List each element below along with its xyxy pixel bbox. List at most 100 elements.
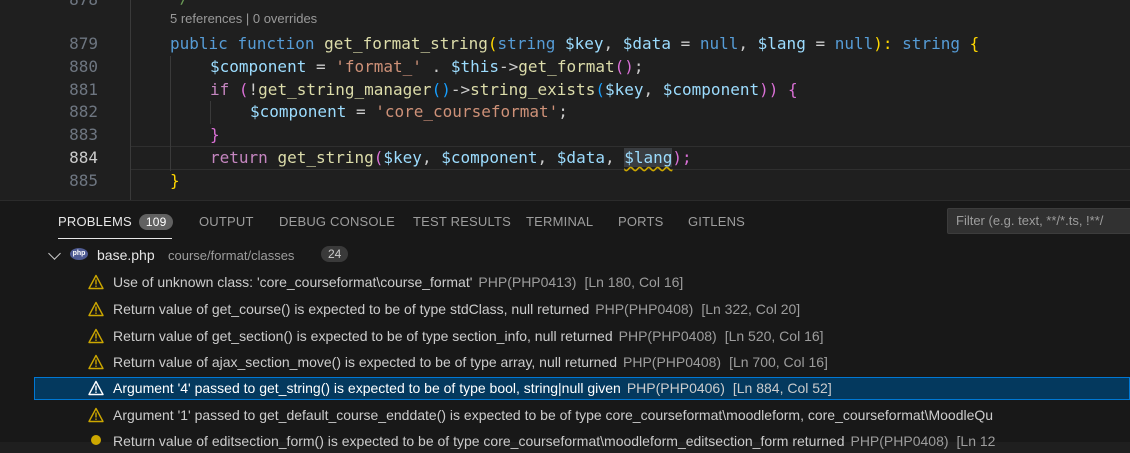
tab-test-results[interactable]: TEST RESULTS (413, 214, 511, 229)
token-punct: = (670, 34, 700, 53)
code-line-884[interactable]: return get_string($key, $component, $dat… (210, 146, 692, 169)
tab-output[interactable]: OUTPUT (199, 214, 254, 229)
problem-source: PHP(PHP0408) (595, 301, 694, 317)
code-line-880[interactable]: $component = 'format_' . $this->get_form… (210, 55, 644, 78)
problems-file-group[interactable]: php base.php course/format/classes 24 (0, 244, 1130, 266)
problem-location: [Ln 322, Col 20] (701, 301, 801, 317)
token-punct: = (805, 34, 835, 53)
token-type: string (497, 34, 556, 53)
token-punct: , (603, 34, 623, 53)
token-bracket: ); (672, 148, 692, 167)
token-string: 'format_' (335, 57, 422, 76)
codelens-references[interactable]: 5 references | 0 overrides (170, 11, 317, 26)
problem-message: Return value of ajax_section_move() is e… (113, 354, 618, 370)
warning-icon (88, 328, 104, 344)
lightbulb-icon (91, 435, 101, 445)
code-line-879[interactable]: public function get_format_string(string… (170, 32, 979, 55)
code-line-881[interactable]: if (!get_string_manager()->string_exists… (210, 78, 798, 101)
token-bracket: () (431, 80, 451, 99)
token-variable: $component (662, 80, 760, 99)
token-variable: $lang (757, 34, 806, 53)
problem-location: [Ln 884, Col 52] (732, 380, 832, 396)
token-bracket: } (170, 171, 180, 190)
token-punct: , (738, 34, 758, 53)
file-name: base.php (97, 247, 155, 263)
problem-message: Return value of editsection_form() is ex… (113, 433, 845, 449)
token-keyword: if (210, 80, 230, 99)
token-keyword: return (210, 148, 268, 167)
problem-row-selected[interactable]: Argument '4' passed to get_string() is e… (34, 377, 1130, 400)
code-editor[interactable]: 878 */ 5 references | 0 overrides 879 88… (0, 0, 1130, 200)
indent-guide (170, 56, 171, 171)
token-string: 'core_courseformat' (375, 102, 559, 121)
token-function: string_exists (470, 80, 596, 99)
problem-location: [Ln 180, Col 16] (584, 274, 684, 290)
tab-terminal[interactable]: TERMINAL (526, 214, 593, 229)
token-variable-warning[interactable]: $lang (624, 148, 673, 167)
warning-icon (88, 301, 104, 317)
token-punct: ; (558, 102, 568, 121)
indent-guide (130, 0, 131, 200)
token-variable: $key (383, 148, 422, 167)
token-bracket: { (959, 34, 980, 53)
token-punct: , (604, 148, 625, 167)
token-punct: -> (450, 80, 471, 99)
token-variable: $data (556, 148, 605, 167)
chevron-down-icon[interactable] (48, 247, 61, 260)
token-function: get_format (518, 57, 615, 76)
token-keyword: function (237, 34, 315, 53)
token-variable: $data (622, 34, 671, 53)
token-punct: ; (633, 57, 644, 76)
problem-message: Argument '1' passed to get_default_cours… (113, 407, 994, 423)
token-bracket: } (210, 125, 220, 144)
tab-problems[interactable]: PROBLEMS 109 (58, 214, 174, 230)
problem-row[interactable]: Return value of get_course() is expected… (0, 298, 1130, 321)
token-bracket: ( (487, 34, 498, 53)
token-bracket: )) (759, 80, 779, 99)
token-variable: $component (210, 57, 307, 76)
token-variable: $key (564, 34, 604, 53)
tab-gitlens[interactable]: GITLENS (688, 214, 745, 229)
tab-debug-console[interactable]: DEBUG CONSOLE (279, 214, 395, 229)
bottom-panel: PROBLEMS 109 OUTPUT DEBUG CONSOLE TEST RE… (0, 200, 1130, 449)
token-punct: , (643, 80, 663, 99)
token-bracket: { (778, 80, 798, 99)
line-number: 878 (0, 0, 98, 11)
problems-count-badge: 109 (138, 214, 174, 230)
problem-message: Return value of get_section() is expecte… (113, 328, 613, 344)
code-line-885[interactable]: } (170, 169, 180, 192)
token-punct: , (421, 148, 442, 167)
line-number: 882 (69, 102, 98, 121)
problem-row[interactable]: Argument '1' passed to get_default_cours… (0, 404, 1130, 427)
active-tab-indicator (58, 238, 172, 239)
problem-row[interactable]: Return value of editsection_form() is ex… (0, 430, 1130, 453)
token-bracket: () (614, 57, 634, 76)
token-bracket: ): (873, 34, 903, 53)
problem-source: PHP(PHP0408) (618, 328, 717, 344)
code-line-883[interactable]: } (210, 123, 220, 146)
token-type: string (902, 34, 960, 53)
problems-filter-input[interactable]: Filter (e.g. text, **/*.ts, !**/ (947, 208, 1130, 234)
problem-message: Use of unknown class: 'core_courseformat… (113, 274, 473, 290)
problem-source: PHP(PHP0408) (850, 433, 949, 449)
problem-row[interactable]: Use of unknown class: 'core_courseformat… (0, 271, 1130, 294)
token-keyword: null (834, 34, 874, 53)
token-punct: . (421, 57, 451, 76)
token-punct: , (537, 148, 557, 167)
panel-tab-bar: PROBLEMS 109 OUTPUT DEBUG CONSOLE TEST RE… (0, 201, 1130, 241)
token-punct: ! (248, 80, 259, 99)
token-bracket: ( (229, 80, 249, 99)
problem-source: PHP(PHP0408) (623, 354, 722, 370)
code-line-882[interactable]: $component = 'core_courseformat'; (250, 100, 568, 123)
token-function: get_format_string (324, 34, 488, 53)
token-punct: = (306, 57, 336, 76)
line-number: 881 (69, 80, 98, 99)
line-number: 883 (69, 125, 98, 144)
file-path: course/format/classes (168, 248, 295, 263)
token-bracket: ( (595, 80, 605, 99)
tab-ports[interactable]: PORTS (618, 214, 664, 229)
token-bracket: ( (373, 148, 384, 167)
problem-row[interactable]: Return value of ajax_section_move() is e… (0, 351, 1130, 374)
token-variable: $this (450, 57, 500, 76)
problem-row[interactable]: Return value of get_section() is expecte… (0, 325, 1130, 348)
